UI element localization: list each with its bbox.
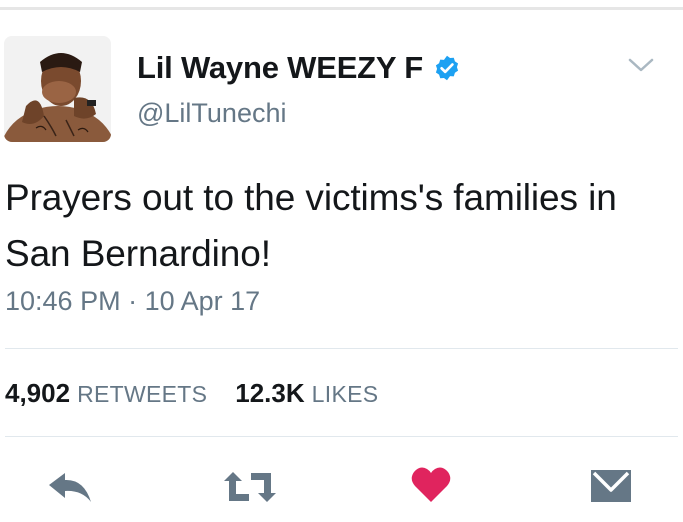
stats-bottom-divider: [5, 436, 678, 437]
likes-stat[interactable]: 12.3K LIKES: [235, 378, 378, 409]
retweets-stat[interactable]: 4,902 RETWEETS: [5, 378, 207, 409]
envelope-icon[interactable]: [589, 468, 633, 504]
tweet-text: Prayers out to the victims's families in…: [5, 177, 617, 274]
stats-top-divider: [5, 348, 678, 349]
verified-badge-icon: [435, 55, 459, 81]
heart-icon[interactable]: [410, 466, 452, 504]
user-handle[interactable]: @LilTunechi: [137, 98, 286, 129]
tweet-time: 10:46 PM: [5, 286, 121, 316]
reply-icon[interactable]: [46, 470, 94, 506]
display-name-row[interactable]: Lil Wayne WEEZY F: [137, 50, 461, 86]
tweet-date: 10 Apr 17: [144, 286, 261, 316]
top-divider: [0, 0, 683, 10]
display-name[interactable]: Lil Wayne WEEZY F: [137, 50, 423, 86]
tweet-stats: 4,902 RETWEETS 12.3K LIKES: [5, 378, 378, 409]
chevron-down-icon[interactable]: [627, 56, 655, 74]
avatar[interactable]: [4, 36, 111, 142]
retweets-label: RETWEETS: [77, 381, 208, 407]
timestamp-separator: ·: [128, 286, 138, 316]
likes-count: 12.3K: [235, 378, 305, 408]
avatar-image: [4, 36, 111, 142]
retweets-count: 4,902: [5, 378, 71, 408]
tweet-timestamp[interactable]: 10:46 PM · 10 Apr 17: [5, 286, 260, 317]
retweet-icon[interactable]: [222, 470, 278, 504]
likes-label: LIKES: [311, 381, 379, 407]
